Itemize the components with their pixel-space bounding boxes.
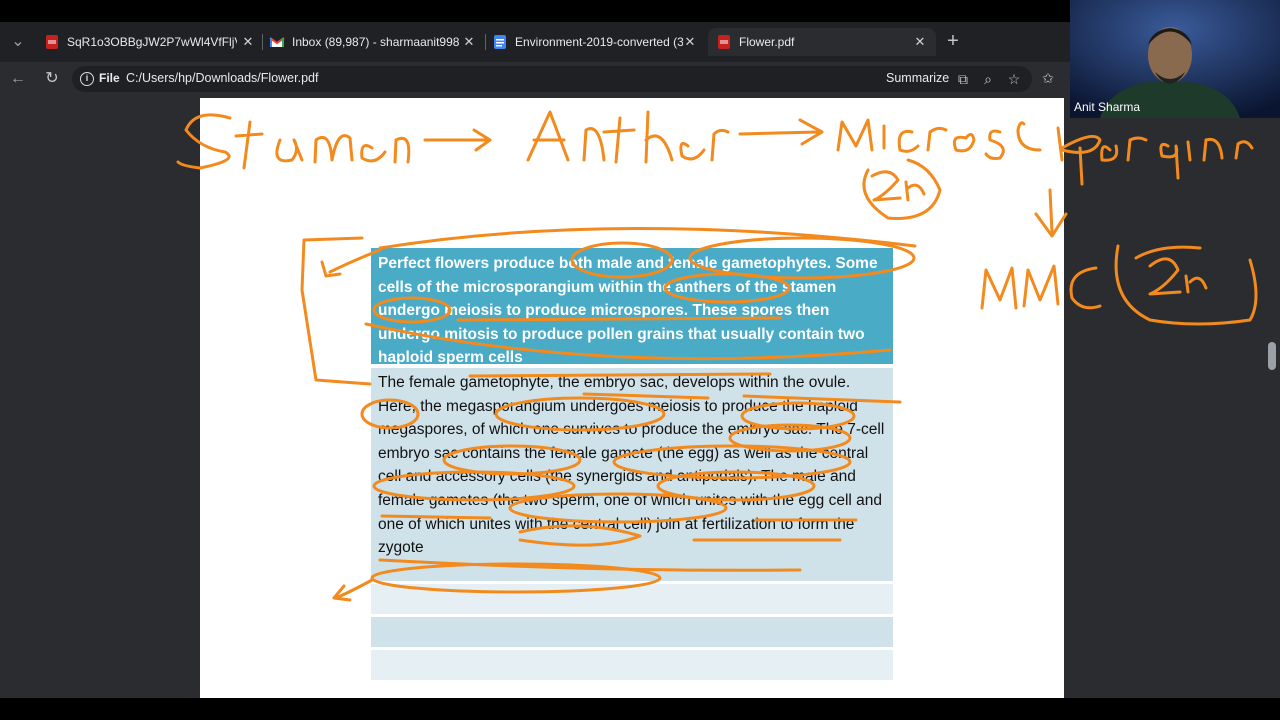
tab-search-chevron-icon[interactable]: ⌄: [8, 32, 28, 52]
table-row: [371, 617, 893, 647]
tab-title: Flower.pdf: [739, 35, 795, 49]
close-icon[interactable]: ✕: [240, 34, 256, 50]
copilot-summarize-icon[interactable]: ⧉: [954, 70, 972, 88]
tab-title: SqR1o3OBBgJW2P7wWl4VfFljVlFV: [67, 35, 237, 49]
tab-title: Inbox (89,987) - sharmaanit998@g: [292, 35, 460, 49]
tab-title: Environment-2019-converted (3).d: [515, 35, 683, 49]
close-icon[interactable]: ✕: [461, 34, 477, 50]
bottom-bar: [0, 698, 1280, 720]
tab-2[interactable]: Inbox (89,987) - sharmaanit998@g ✕: [269, 28, 477, 56]
address-url[interactable]: C:/Users/hp/Downloads/Flower.pdf: [126, 71, 318, 85]
participant-name: Anit Sharma: [1074, 100, 1141, 114]
zoom-icon[interactable]: ⌕: [979, 70, 997, 88]
table-row: [371, 650, 893, 680]
star-icon[interactable]: ☆: [1005, 70, 1023, 88]
pdf-icon: [46, 35, 58, 49]
toolbar: ← ↻ i File C:/Users/hp/Downloads/Flower.…: [0, 62, 1070, 96]
back-arrow-icon[interactable]: ←: [8, 69, 28, 89]
info-icon[interactable]: i: [80, 72, 94, 86]
tab-1[interactable]: SqR1o3OBBgJW2P7wWl4VfFljVlFV ✕: [44, 28, 256, 56]
new-tab-plus-icon[interactable]: +: [943, 31, 963, 51]
tab-divider: [262, 34, 263, 50]
pdf-icon: [718, 35, 730, 49]
gmail-icon: [269, 37, 285, 47]
docs-icon: [494, 35, 506, 49]
close-icon[interactable]: ✕: [682, 34, 698, 50]
scrollbar-thumb[interactable]: [1268, 342, 1276, 370]
table-row: [371, 584, 893, 614]
close-icon[interactable]: ✕: [912, 34, 928, 50]
favorites-icon[interactable]: ✩: [1039, 69, 1057, 87]
table-body-cell: The female gametophyte, the embryo sac, …: [371, 368, 893, 581]
reload-icon[interactable]: ↻: [42, 69, 62, 89]
tab-active-flower-pdf[interactable]: Flower.pdf ✕: [708, 28, 936, 56]
address-bar[interactable]: i File C:/Users/hp/Downloads/Flower.pdf …: [72, 66, 1032, 92]
tab-3[interactable]: Environment-2019-converted (3).d ✕: [492, 28, 698, 56]
pdf-table: Perfect flowers produce both male and fe…: [371, 248, 893, 680]
summarize-button[interactable]: Summarize: [886, 71, 949, 85]
webcam-overlay: Anit Sharma: [1070, 0, 1280, 118]
table-header-cell: Perfect flowers produce both male and fe…: [371, 248, 893, 366]
tab-divider: [485, 34, 486, 50]
address-scheme-label: File: [99, 71, 120, 85]
